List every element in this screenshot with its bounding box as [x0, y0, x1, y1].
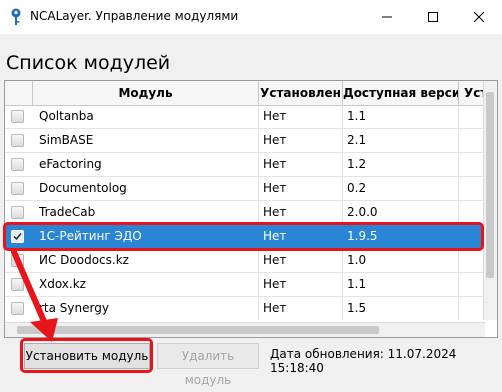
- annotation-arrow: [11, 249, 58, 342]
- arrow-head-icon: [30, 318, 58, 342]
